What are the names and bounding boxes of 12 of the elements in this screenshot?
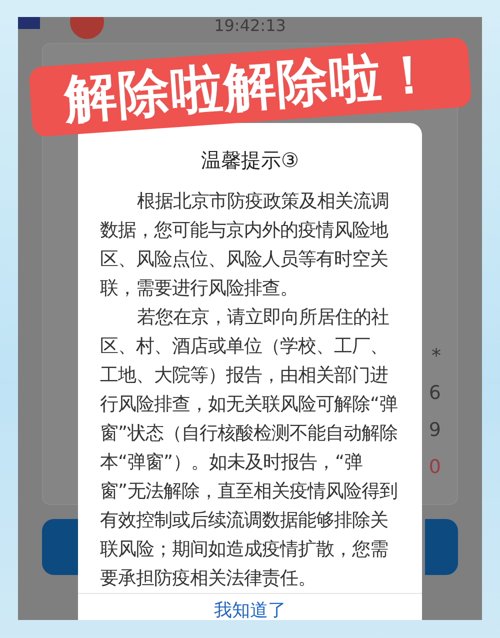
action-button[interactable] bbox=[425, 519, 458, 575]
banner-text: 解除啦解除啦！ bbox=[62, 43, 438, 132]
field-value: 6 bbox=[428, 381, 441, 405]
time-text: 19:42:13 bbox=[214, 17, 286, 35]
action-button[interactable] bbox=[42, 519, 78, 575]
dialog-paragraph: 根据北京市防疫政策及相关流调数据，您可能与京内外的疫情风险地区、风险点位、风险人员等有时空关联，需要进行风险排查。 bbox=[100, 190, 390, 301]
dialog-title: 温馨提示③ bbox=[201, 147, 299, 173]
field-value: 0 bbox=[428, 455, 441, 479]
field-value: 9 bbox=[428, 418, 441, 442]
confirm-button[interactable]: 我知道了 bbox=[204, 594, 296, 626]
field-value: * bbox=[432, 344, 441, 368]
dialog-paragraph: 若您在京，请立即向所居住的社区、村、酒店或单位（学校、工厂、工地、大院等）报告，由相关部门进行风险排查，如无关联风险可解除“弹窗”状态（自行核酸检测不能自动解除本“弹窗”）。如未及时报告，“弹窗”无法解除，直至相关疫情风险得到有效控制或后续流调数据能够排除关联风险；期间如造成疫情扩散，您需要承担防疫相关法律责任。 bbox=[100, 306, 398, 591]
